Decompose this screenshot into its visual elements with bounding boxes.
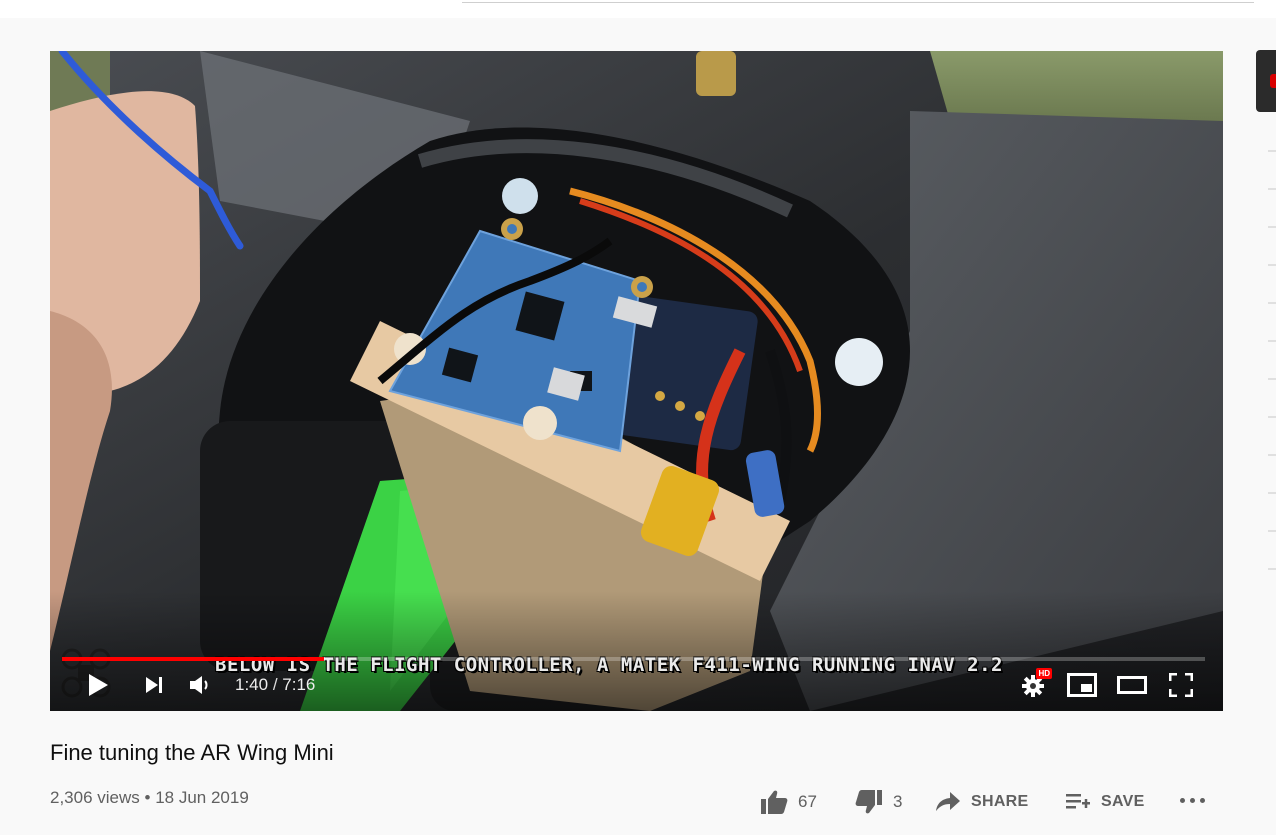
theater-mode-button[interactable] xyxy=(1117,674,1147,696)
search-box-edge[interactable] xyxy=(462,0,1254,3)
progress-bar[interactable] xyxy=(62,657,1205,661)
view-count: 2,306 views xyxy=(50,788,140,807)
like-count: 67 xyxy=(798,792,817,811)
volume-icon xyxy=(190,676,208,694)
share-label: SHARE xyxy=(971,793,1029,810)
miniplayer-button[interactable] xyxy=(1067,672,1097,698)
time-separator: / xyxy=(272,675,278,694)
save-playlist-icon xyxy=(1066,794,1090,809)
volume-button[interactable] xyxy=(188,673,212,697)
share-icon xyxy=(936,792,960,811)
save-button[interactable]: SAVE xyxy=(1065,784,1145,820)
share-button[interactable]: SHARE xyxy=(935,784,1029,820)
video-player[interactable]: BELOW IS THE FLIGHT CONTROLLER, A MATEK … xyxy=(50,51,1223,711)
play-icon xyxy=(89,674,108,696)
settings-button[interactable]: HD xyxy=(1020,668,1052,699)
sidebar-list-edge xyxy=(1268,150,1276,650)
more-icon-dot xyxy=(1200,798,1205,803)
meta-separator: • xyxy=(144,788,151,807)
hd-badge: HD xyxy=(1036,668,1052,679)
live-badge xyxy=(1270,74,1276,88)
miniplayer-icon xyxy=(1067,673,1097,697)
current-time: 1:40 xyxy=(235,675,269,694)
more-icon xyxy=(1180,798,1185,803)
dislike-button[interactable]: 3 xyxy=(855,784,902,820)
video-title: Fine tuning the AR Wing Mini xyxy=(50,740,334,765)
next-icon xyxy=(146,677,162,693)
progress-played xyxy=(62,657,324,661)
duration: 7:16 xyxy=(282,675,316,694)
video-actions: 67 3 SHARE SAVE xyxy=(760,784,1220,820)
time-display: 1:40 / 7:16 xyxy=(235,663,315,707)
thumbs-down-icon xyxy=(855,790,882,814)
player-controls: HD xyxy=(50,663,1223,707)
theater-icon xyxy=(1117,676,1147,694)
thumbs-up-icon xyxy=(761,790,788,814)
fullscreen-button[interactable] xyxy=(1168,672,1194,698)
upload-date: 18 Jun 2019 xyxy=(155,788,249,807)
sidebar-thumbnail-edge[interactable] xyxy=(1256,50,1276,112)
next-button[interactable] xyxy=(142,673,166,697)
like-button[interactable]: 67 xyxy=(760,784,817,820)
video-meta: 2,306 views • 18 Jun 2019 xyxy=(50,788,249,808)
fullscreen-icon xyxy=(1169,673,1193,697)
dislike-count: 3 xyxy=(893,792,903,811)
more-actions-button[interactable] xyxy=(1180,798,1205,803)
play-button[interactable] xyxy=(84,671,112,699)
more-icon-dot xyxy=(1190,798,1195,803)
save-label: SAVE xyxy=(1101,793,1145,810)
